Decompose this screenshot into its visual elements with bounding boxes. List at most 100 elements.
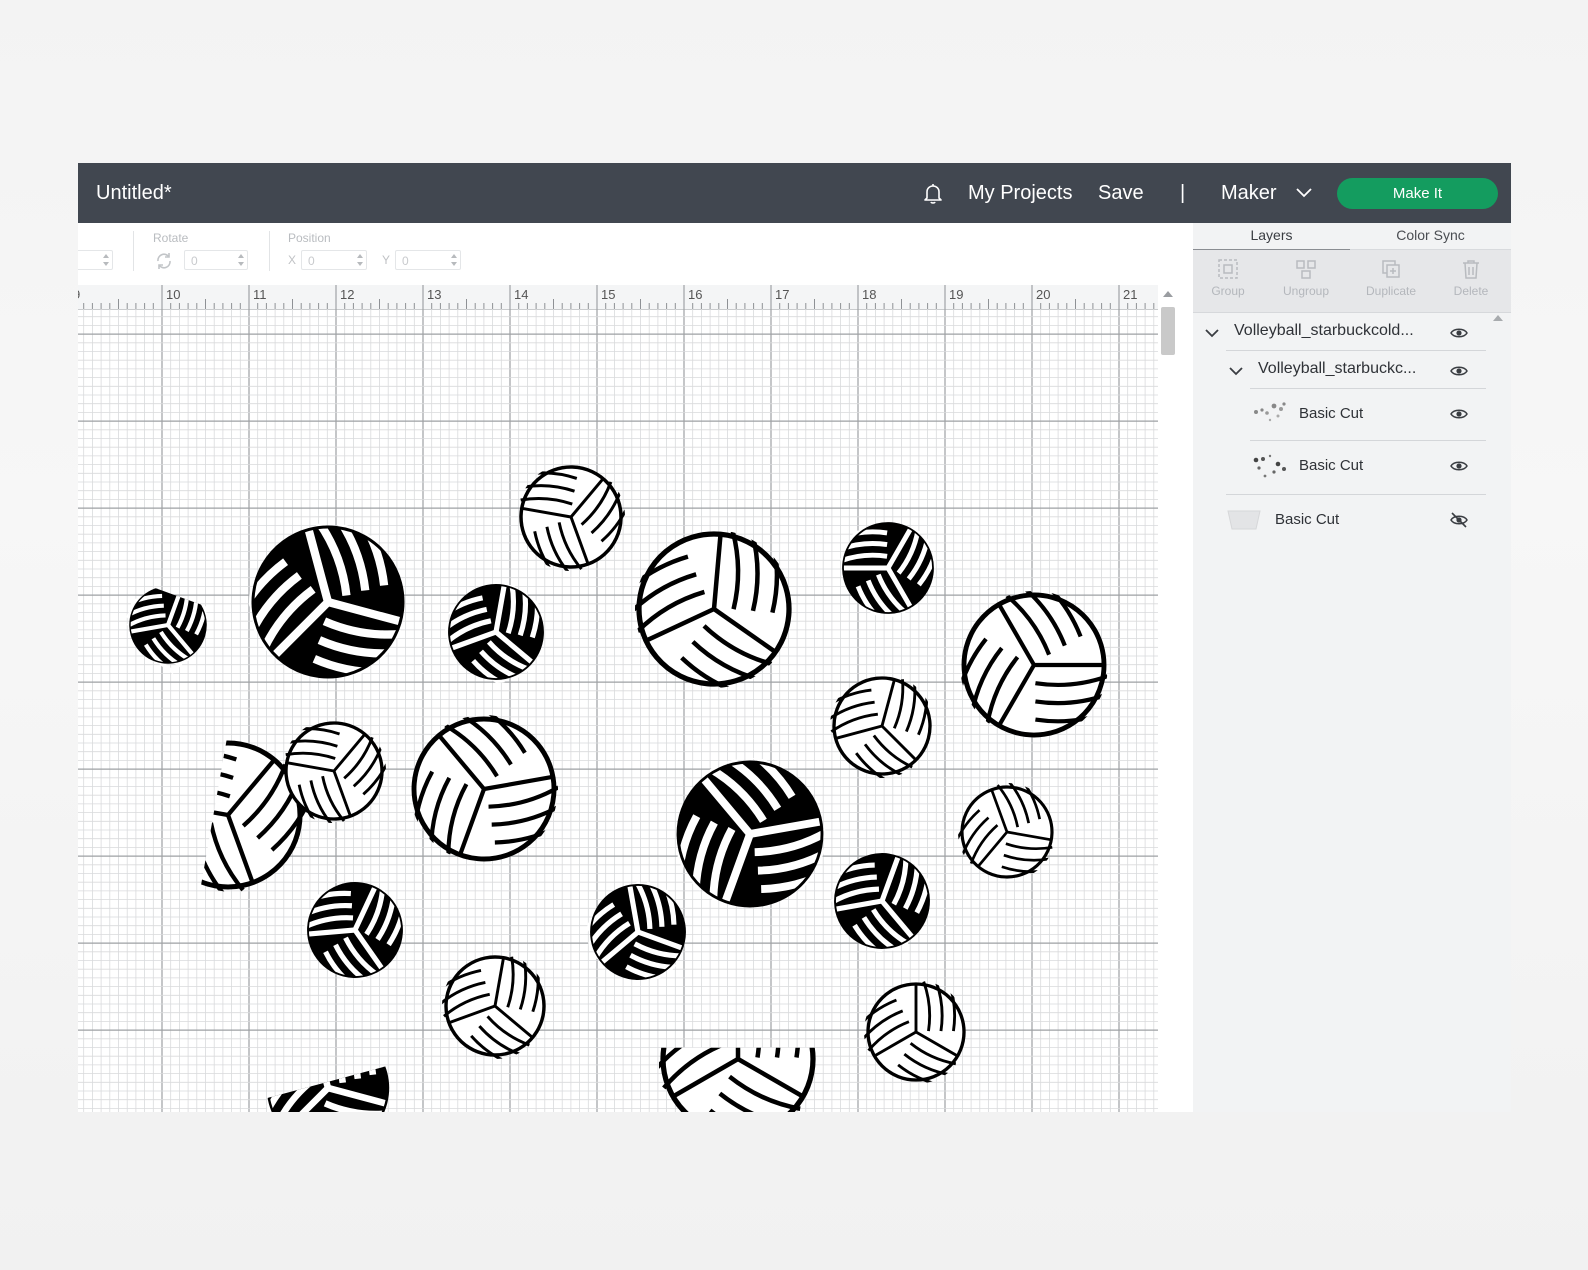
- volleyball-icon[interactable]: [935, 772, 1068, 904]
- horizontal-ruler: 9 10 11 12 13 14 15 16 17 18 19 20 21: [78, 285, 1158, 310]
- stepper-icon: [451, 254, 457, 266]
- layer-name: Volleyball_starbuckcold...: [1234, 322, 1414, 339]
- size-field[interactable]: [78, 250, 113, 270]
- volleyball-icon[interactable]: [640, 980, 816, 1112]
- ruler-number: 10: [166, 287, 181, 302]
- chevron-down-icon[interactable]: [1229, 367, 1243, 376]
- layer-thumbnail: [1253, 454, 1286, 478]
- volleyball-icon[interactable]: [105, 570, 217, 681]
- eye-icon[interactable]: [1450, 459, 1468, 473]
- edit-toolbar: Rotate 0 Position X 0 Y 0: [78, 223, 1193, 285]
- volleyball-icon[interactable]: [213, 507, 425, 716]
- layer-name: Basic Cut: [1275, 511, 1340, 528]
- delete-icon: [1463, 260, 1479, 279]
- ruler-ticks: [83, 285, 1155, 309]
- delete-label: Delete: [1453, 284, 1489, 298]
- eye-icon[interactable]: [1450, 407, 1468, 421]
- machine-label: Maker: [1221, 182, 1277, 204]
- volleyball-icon[interactable]: [421, 944, 552, 1073]
- group-icon: [1218, 259, 1238, 279]
- toolbar-divider: [269, 231, 270, 271]
- group-button[interactable]: Group: [1190, 258, 1266, 298]
- duplicate-icon: [1382, 260, 1400, 278]
- position-label: Position: [288, 231, 331, 245]
- layer-name: Basic Cut: [1299, 457, 1364, 474]
- volleyball-icon[interactable]: [236, 1012, 405, 1112]
- group-label: Group: [1211, 284, 1245, 298]
- volleyball-icon[interactable]: [806, 661, 941, 795]
- volleyball-icon[interactable]: [503, 437, 650, 583]
- layer-name: Basic Cut: [1299, 405, 1364, 422]
- layer-actions: Group Ungroup Duplicate Delete: [1193, 250, 1511, 313]
- design-canvas[interactable]: [78, 309, 1158, 1112]
- tab-color-sync[interactable]: Color Sync: [1350, 223, 1511, 250]
- eye-icon[interactable]: [1450, 364, 1468, 378]
- ruler-number: 21: [1123, 287, 1138, 302]
- scrollbar-thumb[interactable]: [1161, 307, 1175, 355]
- scroll-up-icon[interactable]: [1163, 291, 1173, 297]
- chevron-down-icon[interactable]: [1205, 329, 1219, 338]
- ungroup-button[interactable]: Ungroup: [1268, 258, 1344, 298]
- stepper-icon: [238, 254, 244, 266]
- panel-tabs: Layers Color Sync: [1193, 223, 1511, 251]
- volleyball-icon[interactable]: [366, 688, 592, 914]
- volleyball-icon[interactable]: [918, 566, 1138, 785]
- ruler-number: 13: [427, 287, 442, 302]
- ruler-number: 20: [1036, 287, 1051, 302]
- ungroup-icon: [1296, 260, 1316, 279]
- volleyball-icon[interactable]: [569, 875, 695, 999]
- stepper-icon: [103, 254, 109, 266]
- save-button[interactable]: Save: [1098, 163, 1144, 223]
- header-separator: |: [1180, 182, 1186, 204]
- eye-hidden-icon[interactable]: [1450, 512, 1468, 528]
- ruler-number: 11: [253, 287, 267, 302]
- delete-button[interactable]: Delete: [1433, 258, 1509, 298]
- rotate-label: Rotate: [153, 231, 189, 245]
- y-position-input[interactable]: 0: [395, 250, 461, 270]
- x-value: 0: [308, 254, 315, 268]
- eye-icon[interactable]: [1450, 326, 1468, 340]
- volleyball-icon[interactable]: [608, 522, 796, 707]
- volleyball-icon[interactable]: [853, 981, 966, 1091]
- volleyball-icon[interactable]: [275, 859, 419, 1002]
- duplicate-button[interactable]: Duplicate: [1353, 258, 1429, 298]
- x-position-input[interactable]: 0: [301, 250, 367, 270]
- panel-scroll-up-icon[interactable]: [1493, 315, 1503, 321]
- y-label: Y: [382, 253, 391, 267]
- layer-thumbnail: [1254, 402, 1286, 422]
- ruler-number: 19: [949, 287, 964, 302]
- my-projects-link[interactable]: My Projects: [968, 163, 1072, 223]
- layer-row[interactable]: Basic Cut: [1193, 497, 1493, 545]
- bell-icon[interactable]: [921, 181, 945, 205]
- toolbar-divider: [133, 231, 134, 271]
- layer-divider: [1250, 388, 1486, 389]
- ruler-number: 16: [688, 287, 703, 302]
- ruler-number: 15: [601, 287, 616, 302]
- layer-group-row[interactable]: Volleyball_starbuckcold...: [1193, 315, 1493, 351]
- layer-row[interactable]: Basic Cut: [1193, 443, 1493, 493]
- make-it-button[interactable]: Make It: [1337, 178, 1498, 209]
- volleyball-artwork[interactable]: [78, 309, 1158, 1112]
- ruler-number: 9: [78, 287, 80, 302]
- ungroup-label: Ungroup: [1282, 284, 1330, 298]
- tab-layers[interactable]: Layers: [1193, 223, 1350, 251]
- layer-subgroup-row[interactable]: Volleyball_starbuckc...: [1193, 353, 1493, 389]
- duplicate-label: Duplicate: [1365, 284, 1417, 298]
- x-label: X: [288, 253, 297, 267]
- layer-name: Volleyball_starbuckc...: [1258, 360, 1417, 377]
- layer-row[interactable]: Basic Cut: [1193, 391, 1493, 439]
- header-bar: Untitled* My Projects Save | Maker Make …: [78, 163, 1511, 223]
- layer-divider: [1250, 440, 1486, 441]
- volleyball-icon[interactable]: [425, 573, 551, 697]
- design-space-window: Untitled* My Projects Save | Maker Make …: [78, 163, 1511, 1112]
- rotate-value: 0: [191, 254, 198, 268]
- volleyball-icon[interactable]: [809, 498, 950, 639]
- ruler-number: 18: [862, 287, 877, 302]
- rotate-input[interactable]: 0: [184, 250, 248, 270]
- ruler-number: 14: [514, 287, 529, 302]
- layers-panel: Layers Color Sync Group Ungroup Duplicat…: [1193, 223, 1511, 1112]
- ruler-number: 17: [775, 287, 790, 302]
- canvas-scrollbar[interactable]: [1158, 285, 1193, 1112]
- volleyball-icon[interactable]: [804, 834, 943, 971]
- machine-selector[interactable]: Maker: [1221, 163, 1312, 223]
